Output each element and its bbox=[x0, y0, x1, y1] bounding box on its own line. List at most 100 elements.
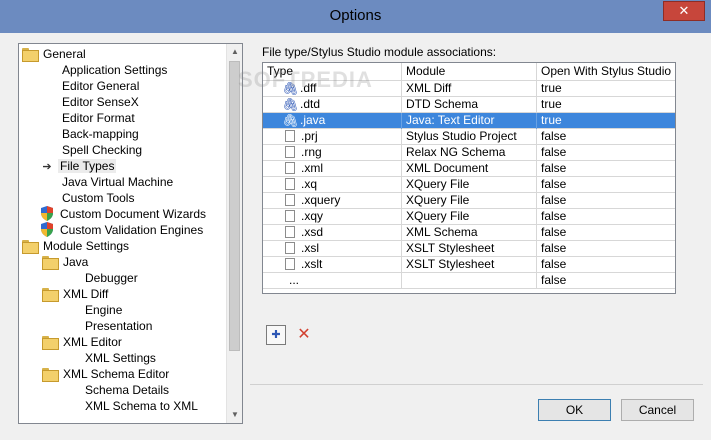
type-text: .prj bbox=[301, 129, 318, 143]
tree-item[interactable]: Editor General bbox=[60, 78, 141, 94]
open-with-cell[interactable]: false bbox=[537, 273, 675, 289]
table-row[interactable]: ... false bbox=[263, 273, 675, 289]
table-row[interactable]: .xq XQuery File false bbox=[263, 177, 675, 193]
module-cell[interactable]: XML Document bbox=[402, 161, 537, 177]
module-cell[interactable]: Relax NG Schema bbox=[402, 145, 537, 161]
type-cell[interactable]: 🖇.dtd bbox=[263, 97, 402, 113]
tree-item[interactable]: Debugger bbox=[83, 270, 140, 286]
table-row[interactable]: 🖇.java Java: Text Editor true bbox=[263, 113, 675, 129]
type-cell[interactable]: .xslt bbox=[263, 257, 402, 273]
module-cell[interactable]: XQuery File bbox=[402, 177, 537, 193]
tree-item[interactable]: XML Editor bbox=[42, 334, 124, 350]
type-text: .xsd bbox=[301, 225, 324, 239]
tree-item-label: Module Settings bbox=[43, 239, 130, 253]
tree-item[interactable]: Editor SenseX bbox=[60, 94, 141, 110]
open-with-cell[interactable]: false bbox=[537, 193, 675, 209]
tree-item[interactable]: XML Schema Editor bbox=[42, 366, 171, 382]
module-cell[interactable]: XML Schema bbox=[402, 225, 537, 241]
tree-item-label: Custom Validation Engines bbox=[60, 223, 204, 237]
tree-item[interactable]: Custom Tools bbox=[60, 190, 136, 206]
tree-item[interactable]: Application Settings bbox=[60, 62, 169, 78]
open-with-cell[interactable]: false bbox=[537, 241, 675, 257]
tree-scrollbar[interactable]: ▲ ▼ bbox=[226, 44, 242, 423]
tree-item[interactable]: Java bbox=[42, 254, 90, 270]
type-text: .xqy bbox=[301, 209, 324, 223]
open-with-cell[interactable]: false bbox=[537, 257, 675, 273]
scroll-up-arrow-icon[interactable]: ▲ bbox=[227, 44, 242, 60]
tree-item[interactable]: Custom Validation Engines bbox=[40, 222, 205, 238]
tree-item[interactable]: XML Diff bbox=[42, 286, 110, 302]
type-text: .xq bbox=[301, 177, 318, 191]
type-cell[interactable]: .xquery bbox=[263, 193, 402, 209]
table-row[interactable]: .xslt XSLT Stylesheet false bbox=[263, 257, 675, 273]
close-button[interactable]: ✕ bbox=[663, 1, 705, 21]
type-cell[interactable]: .xml bbox=[263, 161, 402, 177]
open-with-cell[interactable]: true bbox=[537, 113, 675, 129]
open-with-cell[interactable]: false bbox=[537, 209, 675, 225]
window-title: Options bbox=[329, 7, 382, 24]
open-with-cell[interactable]: false bbox=[537, 145, 675, 161]
associations-grid[interactable]: Type Module Open With Stylus Studio 🖇.df… bbox=[262, 62, 676, 294]
tree-item[interactable]: Custom Document Wizards bbox=[40, 206, 208, 222]
new-association-icon[interactable]: ✚ bbox=[266, 325, 286, 345]
tree-item[interactable]: XML Settings bbox=[83, 350, 158, 366]
column-header-module[interactable]: Module bbox=[402, 63, 537, 81]
tree-item[interactable]: Engine bbox=[83, 302, 124, 318]
tree-item[interactable]: Schema Details bbox=[83, 382, 171, 398]
table-row[interactable]: .xquery XQuery File false bbox=[263, 193, 675, 209]
module-cell[interactable]: Stylus Studio Project bbox=[402, 129, 537, 145]
tree-item[interactable]: ➔ File Types bbox=[40, 158, 117, 174]
cancel-button[interactable]: Cancel bbox=[621, 399, 694, 421]
delete-association-icon[interactable]: ✕ bbox=[294, 325, 314, 345]
open-with-cell[interactable]: true bbox=[537, 81, 675, 97]
ok-button[interactable]: OK bbox=[538, 399, 611, 421]
tree-item[interactable]: XML Schema to XML bbox=[83, 398, 200, 414]
tree-item[interactable]: Presentation bbox=[83, 318, 154, 334]
module-cell[interactable]: XSLT Stylesheet bbox=[402, 257, 537, 273]
scroll-down-arrow-icon[interactable]: ▼ bbox=[227, 407, 242, 423]
table-row[interactable]: .xsd XML Schema false bbox=[263, 225, 675, 241]
type-cell[interactable]: .xsl bbox=[263, 241, 402, 257]
tree-item-label: General bbox=[43, 47, 86, 61]
file-icon bbox=[285, 162, 295, 174]
type-cell[interactable]: .prj bbox=[263, 129, 402, 145]
tree-item[interactable]: Java Virtual Machine bbox=[60, 174, 175, 190]
tree-item-label: Editor Format bbox=[62, 111, 135, 125]
table-row[interactable]: .xsl XSLT Stylesheet false bbox=[263, 241, 675, 257]
module-cell[interactable] bbox=[402, 273, 537, 289]
table-row[interactable]: .rng Relax NG Schema false bbox=[263, 145, 675, 161]
module-cell[interactable]: XQuery File bbox=[402, 209, 537, 225]
table-row[interactable]: .prj Stylus Studio Project false bbox=[263, 129, 675, 145]
table-row[interactable]: .xml XML Document false bbox=[263, 161, 675, 177]
type-cell[interactable]: 🖇.java bbox=[263, 113, 402, 129]
table-row[interactable]: 🖇.dtd DTD Schema true bbox=[263, 97, 675, 113]
tree-item-label: Presentation bbox=[85, 319, 153, 333]
type-cell[interactable]: .xqy bbox=[263, 209, 402, 225]
module-cell[interactable]: Java: Text Editor bbox=[402, 113, 537, 129]
tree-item[interactable]: Module Settings bbox=[22, 238, 131, 254]
options-tree[interactable]: General Application Settings Editor Genera… bbox=[18, 43, 243, 424]
folder-icon bbox=[42, 288, 59, 302]
module-cell[interactable]: XML Diff bbox=[402, 81, 537, 97]
open-with-cell[interactable]: false bbox=[537, 129, 675, 145]
open-with-cell[interactable]: false bbox=[537, 177, 675, 193]
type-cell[interactable]: ... bbox=[263, 273, 402, 289]
open-with-cell[interactable]: true bbox=[537, 97, 675, 113]
tree-item[interactable]: General bbox=[22, 46, 88, 62]
open-with-cell[interactable]: false bbox=[537, 225, 675, 241]
type-text: ... bbox=[289, 273, 300, 287]
scroll-thumb[interactable] bbox=[229, 61, 240, 351]
type-cell[interactable]: .rng bbox=[263, 145, 402, 161]
module-cell[interactable]: XSLT Stylesheet bbox=[402, 241, 537, 257]
tree-item[interactable]: Spell Checking bbox=[60, 142, 144, 158]
tree-item[interactable]: Editor Format bbox=[60, 110, 137, 126]
open-with-cell[interactable]: false bbox=[537, 161, 675, 177]
table-row[interactable]: .xqy XQuery File false bbox=[263, 209, 675, 225]
type-cell[interactable]: .xq bbox=[263, 177, 402, 193]
type-cell[interactable]: .xsd bbox=[263, 225, 402, 241]
module-cell[interactable]: DTD Schema bbox=[402, 97, 537, 113]
column-header-open-with[interactable]: Open With Stylus Studio bbox=[537, 63, 675, 81]
tree-item-label: XML Editor bbox=[63, 335, 122, 349]
tree-item[interactable]: Back-mapping bbox=[60, 126, 141, 142]
module-cell[interactable]: XQuery File bbox=[402, 193, 537, 209]
